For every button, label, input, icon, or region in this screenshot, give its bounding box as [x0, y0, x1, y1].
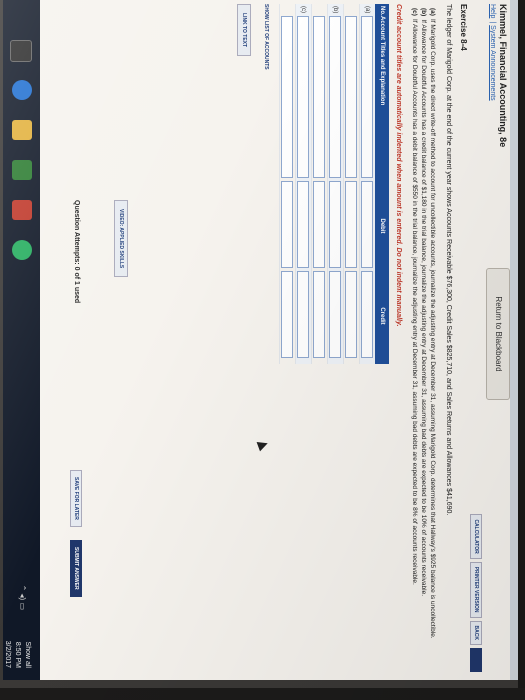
credit-input[interactable]: [281, 271, 294, 358]
edge-browser-icon[interactable]: [12, 80, 32, 100]
part-text: If Allowance for Doubtful Accounts has a…: [411, 18, 418, 585]
taskbar-clock[interactable]: Show all 8:50 PM 3/2/2017: [3, 641, 32, 668]
show-all-label[interactable]: Show all: [22, 641, 32, 668]
help-link[interactable]: Help: [489, 4, 496, 18]
account-title-input[interactable]: [297, 16, 310, 178]
printer-version-button[interactable]: PRINTER VERSION: [470, 561, 482, 618]
windows-taskbar: ⌃ ◂) ▭ Show all 8:50 PM 3/2/2017: [3, 0, 40, 680]
table-row: [311, 4, 327, 364]
row-label: (c): [300, 6, 307, 13]
monitor-photo: Kimmel, Financial Accounting, 8e Help| S…: [0, 0, 525, 700]
exercise-title: Exercise 8-4: [459, 4, 468, 51]
system-tray-icons[interactable]: ⌃ ◂) ▭: [18, 585, 27, 610]
return-to-blackboard-button[interactable]: Return to Blackboard: [486, 268, 510, 400]
account-title-input[interactable]: [281, 16, 294, 178]
monitor-bezel-bottom: [0, 688, 525, 700]
credit-input[interactable]: [313, 271, 326, 358]
account-title-input[interactable]: [313, 16, 326, 178]
col-account: Account Titles and Explanation: [379, 16, 385, 106]
browser-screen: Kimmel, Financial Accounting, 8e Help| S…: [3, 0, 518, 680]
col-debit: Debit: [379, 218, 385, 234]
toolbar: CALCULATOR PRINTER VERSION BACK: [470, 514, 482, 672]
submit-answer-button[interactable]: SUBMIT ANSWER: [70, 540, 82, 597]
journal-table: No. Account Titles and Explanation Debit…: [279, 4, 389, 364]
exercise-part-a: (a) If Marigold Corp. uses the direct wri…: [428, 8, 437, 664]
debit-input[interactable]: [329, 181, 342, 268]
indent-note: Credit account titles are automatically …: [395, 4, 402, 327]
part-text: If Marigold Corp. uses the direct write-…: [429, 18, 436, 639]
part-label: (c): [411, 8, 418, 16]
question-attempts: Question Attempts: 0 of 1 used: [73, 200, 80, 304]
task-view-icon[interactable]: [10, 40, 32, 62]
col-credit: Credit: [379, 307, 385, 325]
account-title-input[interactable]: [329, 16, 342, 178]
row-label: (b): [332, 6, 339, 14]
show-list-of-accounts-link[interactable]: SHOW LIST OF ACCOUNTS: [263, 4, 269, 664]
credit-input[interactable]: [361, 271, 374, 358]
part-label: (b): [420, 8, 427, 17]
account-title-input[interactable]: [345, 16, 358, 178]
header-links: Help| System Announcements: [489, 4, 496, 101]
table-row: [343, 4, 359, 364]
part-label: (a): [429, 8, 436, 16]
col-no: No.: [379, 6, 385, 16]
part-text: If Allowance for Doubtful Accounts has a…: [420, 19, 427, 596]
page-header: Kimmel, Financial Accounting, 8e Help| S…: [489, 4, 508, 254]
file-explorer-icon[interactable]: [12, 120, 32, 140]
monitor-bezel: [518, 0, 525, 700]
debit-input[interactable]: [297, 181, 310, 268]
debit-input[interactable]: [345, 181, 358, 268]
table-row: (a): [359, 4, 375, 364]
credit-input[interactable]: [297, 271, 310, 358]
exercise-part-b: (b) If Allowance for Doubtful Accounts ha…: [419, 8, 428, 664]
calculator-button[interactable]: CALCULATOR: [470, 514, 482, 559]
exercise-intro: The ledger of Marigold Corp. at the end …: [445, 4, 452, 516]
system-announcements-link[interactable]: System Announcements: [489, 25, 496, 101]
chrome-browser-icon[interactable]: [12, 240, 32, 260]
link-to-text-button[interactable]: LINK TO TEXT: [237, 4, 251, 57]
journal-table-header: No. Account Titles and Explanation Debit…: [375, 4, 389, 364]
table-row: (c): [295, 4, 311, 364]
browser-chrome: [510, 0, 518, 680]
debit-input[interactable]: [361, 181, 374, 268]
clock-time: 8:50 PM: [14, 641, 21, 668]
back-button[interactable]: BACK: [470, 620, 482, 645]
next-button[interactable]: [470, 648, 482, 672]
exercise-content: Exercise 8-4 The ledger of Marigold Corp…: [237, 4, 468, 664]
store-icon[interactable]: [12, 160, 32, 180]
account-title-input[interactable]: [361, 16, 374, 178]
course-title: Kimmel, Financial Accounting, 8e: [498, 4, 508, 148]
credit-input[interactable]: [329, 271, 342, 358]
row-label: (a): [364, 6, 371, 14]
table-row: [279, 4, 295, 364]
credit-input[interactable]: [345, 271, 358, 358]
exercise-part-c: (c) If Allowance for Doubtful Accounts ha…: [410, 8, 419, 664]
mail-icon[interactable]: [12, 200, 32, 220]
video-applied-skills-button[interactable]: VIDEO: APPLIED SKILLS: [114, 200, 128, 278]
debit-input[interactable]: [313, 181, 326, 268]
debit-input[interactable]: [281, 181, 294, 268]
clock-date: 3/2/2017: [4, 640, 11, 668]
table-row: (b): [327, 4, 343, 364]
save-for-later-button[interactable]: SAVE FOR LATER: [70, 470, 82, 527]
